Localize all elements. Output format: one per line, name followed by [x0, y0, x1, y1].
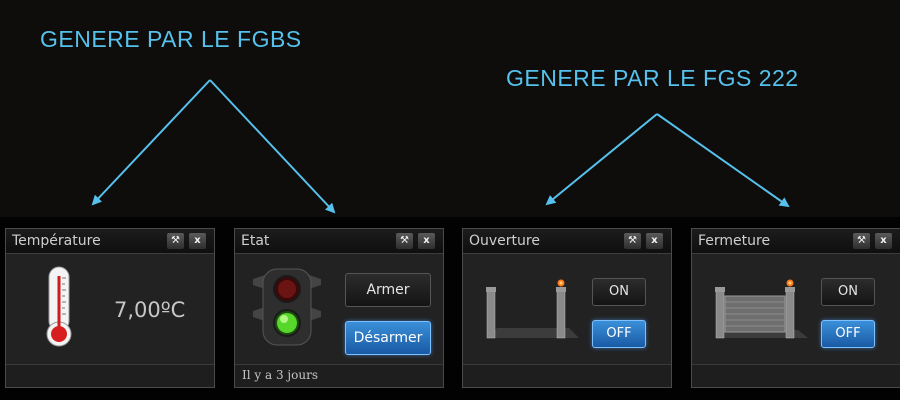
disarm-button[interactable]: Désarmer	[345, 321, 431, 355]
wrench-icon[interactable]: ⚒	[853, 233, 870, 249]
off-button[interactable]: OFF	[821, 320, 875, 348]
off-button[interactable]: OFF	[592, 320, 646, 348]
wrench-icon[interactable]: ⚒	[167, 233, 184, 249]
widget-footer	[463, 364, 671, 387]
widget-footer	[6, 364, 214, 387]
arrow-fgbs-right	[209, 79, 336, 214]
widget-footer	[692, 364, 900, 387]
widget-fermeture: Fermeture ⚒ x ON OFF	[691, 228, 900, 388]
widget-header: Ouverture ⚒ x	[463, 229, 671, 254]
widget-title: Ouverture	[469, 233, 540, 249]
annotation-arrows	[91, 79, 790, 214]
temperature-value: 7,00ºC	[114, 298, 186, 322]
widget-title: Température	[12, 233, 101, 249]
widget-temperature: Température ⚒ x 7,00ºC	[5, 228, 215, 388]
on-button[interactable]: ON	[592, 278, 646, 306]
last-update-text: Il y a 3 jours	[242, 368, 318, 382]
on-button[interactable]: ON	[821, 278, 875, 306]
widget-body: 7,00ºC	[6, 254, 214, 366]
widget-header: Etat ⚒ x	[235, 229, 443, 254]
thermometer-icon	[46, 266, 72, 347]
widget-body: ON OFF	[463, 254, 671, 366]
gate-closed-icon	[715, 279, 808, 339]
wrench-icon[interactable]: ⚒	[396, 233, 413, 249]
close-icon[interactable]: x	[189, 233, 206, 249]
close-icon[interactable]: x	[875, 233, 892, 249]
close-icon[interactable]: x	[646, 233, 663, 249]
widget-etat: Etat ⚒ x Armer Désarmer Il y a 3 jours	[234, 228, 444, 388]
wrench-icon[interactable]: ⚒	[624, 233, 641, 249]
widget-footer: Il y a 3 jours	[235, 364, 443, 387]
traffic-light-icon	[253, 268, 321, 346]
gate-open-icon	[486, 279, 579, 339]
widget-title: Fermeture	[698, 233, 771, 249]
widget-header: Fermeture ⚒ x	[692, 229, 900, 254]
widget-ouverture: Ouverture ⚒ x ON OFF	[462, 228, 672, 388]
widget-header: Température ⚒ x	[6, 229, 214, 254]
widget-title: Etat	[241, 233, 270, 249]
close-icon[interactable]: x	[418, 233, 435, 249]
arrow-fgbs-left	[91, 79, 211, 206]
arm-button[interactable]: Armer	[345, 273, 431, 307]
arrow-fgs-left	[545, 113, 658, 206]
arrow-fgs-right	[656, 113, 790, 208]
widget-body: ON OFF	[692, 254, 900, 366]
widget-body: Armer Désarmer	[235, 254, 443, 366]
